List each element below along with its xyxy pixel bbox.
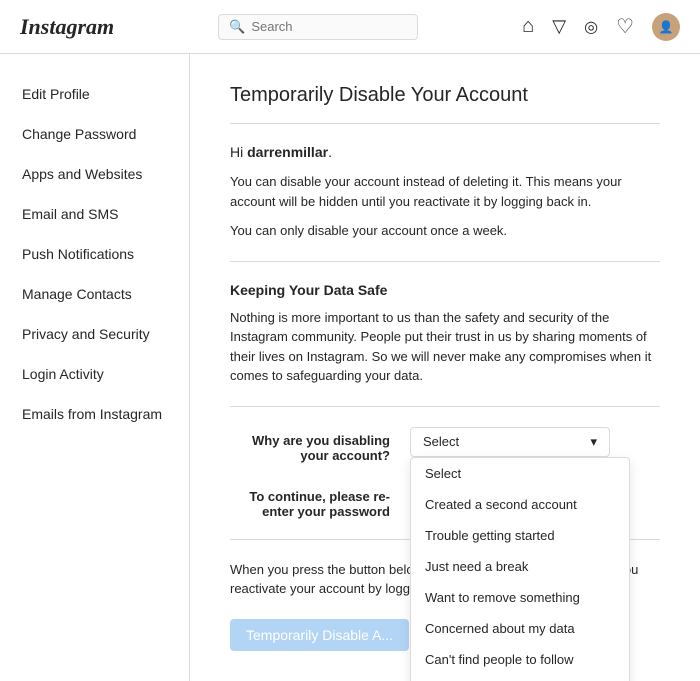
- avatar[interactable]: 👤: [652, 13, 680, 41]
- header-icons: ⌂ ▽ ◎ ♡ 👤: [522, 13, 680, 41]
- disable-account-button[interactable]: Temporarily Disable A...: [230, 619, 409, 651]
- select-container: Select ▾ Select Created a second account…: [410, 427, 610, 457]
- search-icon: 🔍: [229, 19, 245, 35]
- page-title: Temporarily Disable Your Account: [230, 84, 660, 124]
- divider-2: [230, 406, 660, 407]
- chevron-down-icon: ▾: [590, 434, 597, 450]
- dropdown-item-trouble[interactable]: Trouble getting started: [411, 520, 629, 551]
- body-text-3: Nothing is more important to us than the…: [230, 308, 660, 386]
- dropdown-item-break[interactable]: Just need a break: [411, 551, 629, 582]
- why-section: Why are you disabling your account? Sele…: [230, 427, 660, 463]
- home-icon[interactable]: ⌂: [522, 15, 534, 38]
- sidebar: Edit Profile Change Password Apps and We…: [0, 54, 190, 681]
- header: Instagram 🔍 ⌂ ▽ ◎ ♡ 👤: [0, 0, 700, 54]
- dropdown-item-too-busy[interactable]: Too busy/too distracting: [411, 675, 629, 681]
- why-right: Select ▾ Select Created a second account…: [410, 427, 660, 457]
- search-bar[interactable]: 🔍: [218, 14, 418, 40]
- dropdown-menu: Select Created a second account Trouble …: [410, 457, 630, 681]
- heart-icon[interactable]: ♡: [616, 14, 634, 39]
- main-layout: Edit Profile Change Password Apps and We…: [0, 54, 700, 681]
- body-text-2: You can only disable your account once a…: [230, 221, 660, 241]
- compass-icon[interactable]: ◎: [584, 17, 598, 37]
- main-content: Temporarily Disable Your Account Hi darr…: [190, 54, 700, 681]
- sidebar-item-privacy-security[interactable]: Privacy and Security: [0, 314, 189, 354]
- sidebar-item-login-activity[interactable]: Login Activity: [0, 354, 189, 394]
- dropdown-item-remove[interactable]: Want to remove something: [411, 582, 629, 613]
- dropdown-item-concerned[interactable]: Concerned about my data: [411, 613, 629, 644]
- sidebar-item-edit-profile[interactable]: Edit Profile: [0, 74, 189, 114]
- sidebar-item-push-notifications[interactable]: Push Notifications: [0, 234, 189, 274]
- sidebar-item-emails-instagram[interactable]: Emails from Instagram: [0, 394, 189, 434]
- search-input[interactable]: [251, 19, 407, 34]
- greeting-text: Hi darrenmillar.: [230, 144, 660, 160]
- dropdown-item-cant-find[interactable]: Can't find people to follow: [411, 644, 629, 675]
- dropdown-item-select[interactable]: Select: [411, 458, 629, 489]
- username: darrenmillar: [247, 144, 328, 160]
- explore-icon[interactable]: ▽: [552, 16, 566, 37]
- section-title: Keeping Your Data Safe: [230, 282, 660, 298]
- dropdown-item-second-account[interactable]: Created a second account: [411, 489, 629, 520]
- divider-1: [230, 261, 660, 262]
- sidebar-item-manage-contacts[interactable]: Manage Contacts: [0, 274, 189, 314]
- sidebar-item-email-sms[interactable]: Email and SMS: [0, 194, 189, 234]
- sidebar-item-change-password[interactable]: Change Password: [0, 114, 189, 154]
- instagram-logo: Instagram: [20, 14, 114, 40]
- select-trigger[interactable]: Select ▾: [410, 427, 610, 457]
- body-text-1: You can disable your account instead of …: [230, 172, 660, 211]
- select-value: Select: [423, 434, 459, 449]
- password-label: To continue, please re-enter your passwo…: [230, 483, 390, 519]
- why-label: Why are you disabling your account?: [230, 427, 390, 463]
- sidebar-item-apps-websites[interactable]: Apps and Websites: [0, 154, 189, 194]
